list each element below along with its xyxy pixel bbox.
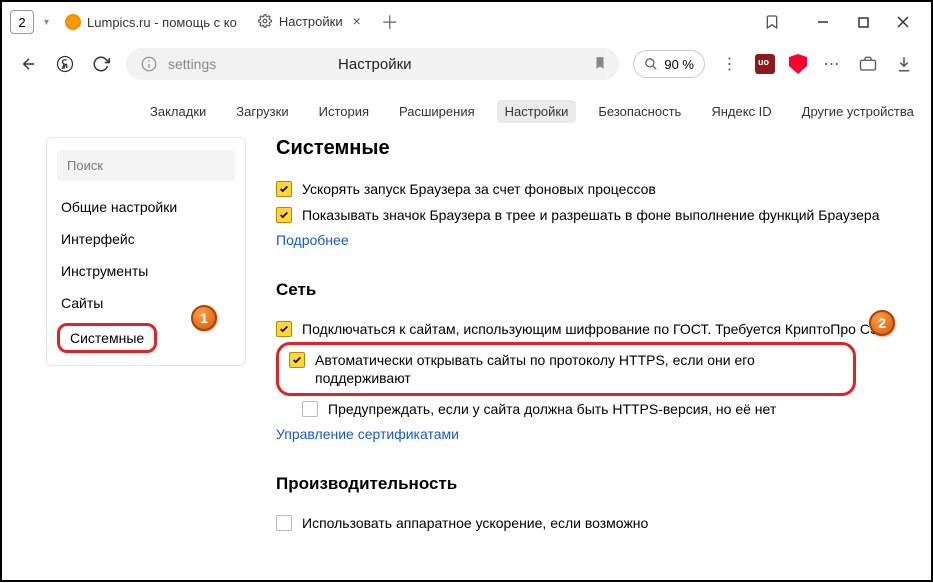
checkbox-unchecked[interactable] xyxy=(276,515,292,531)
minimize-button[interactable] xyxy=(803,7,843,37)
https-option-callout: Автоматически открывать сайты по протоко… xyxy=(276,342,856,396)
close-tab-icon[interactable]: × xyxy=(353,13,361,29)
more-dots-icon[interactable]: ⋯ xyxy=(821,53,843,75)
setting-label: Ускорять запуск Браузера за счет фоновых… xyxy=(302,180,656,198)
favicon-orange-icon xyxy=(65,14,81,30)
sidebar-item-general[interactable]: Общие настройки xyxy=(47,191,245,223)
heading-network: Сеть xyxy=(276,280,907,300)
link-certificates[interactable]: Управление сертификатами xyxy=(276,422,459,446)
settings-top-nav: Закладки Загрузки История Расширения Нас… xyxy=(2,86,931,137)
nav-other-devices[interactable]: Другие устройства xyxy=(794,100,922,123)
menu-dots-icon[interactable]: ⋮ xyxy=(719,53,741,75)
nav-downloads[interactable]: Загрузки xyxy=(228,100,296,123)
close-window-button[interactable] xyxy=(883,7,923,37)
nav-bookmarks[interactable]: Закладки xyxy=(142,100,214,123)
bookmark-ribbon-icon[interactable] xyxy=(761,11,783,33)
setting-label: Показывать значок Браузера в трее и разр… xyxy=(302,206,880,224)
settings-sidebar: Поиск Общие настройки Интерфейс Инструме… xyxy=(46,137,246,366)
callout-marker-1: 1 xyxy=(191,305,217,331)
nav-settings[interactable]: Настройки xyxy=(497,100,577,123)
sidebar-search[interactable]: Поиск xyxy=(57,150,235,181)
nav-security[interactable]: Безопасность xyxy=(590,100,689,123)
callout-marker-2: 2 xyxy=(869,310,895,336)
sidebar-item-interface[interactable]: Интерфейс xyxy=(47,223,245,255)
heading-performance: Производительность xyxy=(276,474,907,494)
nav-extensions[interactable]: Расширения xyxy=(391,100,483,123)
zoom-value: 90 % xyxy=(664,57,694,72)
site-info-icon[interactable] xyxy=(138,53,160,75)
setting-row: Автоматически открывать сайты по протоко… xyxy=(289,351,843,387)
new-tab-button[interactable]: ＋ xyxy=(377,9,403,35)
downloads-icon[interactable] xyxy=(893,53,915,75)
page-title-in-bar: Настройки xyxy=(164,56,585,73)
setting-label: Подключаться к сайтам, использующим шифр… xyxy=(302,320,891,338)
setting-label: Использовать аппаратное ускорение, если … xyxy=(302,514,648,532)
back-button[interactable] xyxy=(18,53,40,75)
sidebar-item-label: Системные xyxy=(70,330,144,346)
nav-history[interactable]: История xyxy=(311,100,377,123)
nav-yandex-id[interactable]: Яндекс ID xyxy=(703,100,779,123)
heading-system: Системные xyxy=(276,137,907,160)
chevron-down-icon[interactable]: ▾ xyxy=(44,17,49,28)
yandex-home-icon[interactable] xyxy=(54,53,76,75)
setting-row: Подключаться к сайтам, использующим шифр… xyxy=(276,316,907,342)
gear-icon xyxy=(257,13,273,29)
checkbox-checked[interactable] xyxy=(289,352,305,368)
checkbox-checked[interactable] xyxy=(276,181,292,197)
bookmark-icon[interactable] xyxy=(593,55,607,74)
zoom-indicator[interactable]: 90 % xyxy=(633,50,705,78)
extension-adblock-icon[interactable] xyxy=(789,54,807,74)
maximize-button[interactable] xyxy=(843,7,883,37)
url-field[interactable]: settings Настройки xyxy=(126,48,619,80)
settings-main: Поиск Общие настройки Интерфейс Инструме… xyxy=(2,137,931,583)
link-more[interactable]: Подробнее xyxy=(276,228,349,252)
checkbox-unchecked[interactable] xyxy=(302,401,318,417)
tab-lumpics[interactable]: Lumpics.ru - помощь с ко xyxy=(57,7,245,37)
titlebar: 2 ▾ Lumpics.ru - помощь с ко Настройки ×… xyxy=(2,2,931,42)
sidebar-item-system[interactable]: Системные 1 xyxy=(47,319,245,357)
setting-label: Предупреждать, если у сайта должна быть … xyxy=(328,400,776,418)
sidebar-item-tools[interactable]: Инструменты xyxy=(47,255,245,287)
tab-title: Lumpics.ru - помощь с ко xyxy=(87,15,237,30)
tab-title: Настройки xyxy=(279,14,343,29)
setting-row: Предупреждать, если у сайта должна быть … xyxy=(276,396,907,422)
setting-label: Автоматически открывать сайты по протоко… xyxy=(315,351,843,387)
checkbox-checked[interactable] xyxy=(276,321,292,337)
extensions-icon[interactable] xyxy=(857,53,879,75)
setting-row: Использовать аппаратное ускорение, если … xyxy=(276,510,907,536)
tab-settings[interactable]: Настройки × xyxy=(249,7,369,37)
tab-counter[interactable]: 2 xyxy=(10,10,34,34)
checkbox-checked[interactable] xyxy=(276,207,292,223)
settings-content: Системные Ускорять запуск Браузера за сч… xyxy=(246,137,907,583)
extension-ublock-icon[interactable] xyxy=(755,54,775,74)
setting-row: Показывать значок Браузера в трее и разр… xyxy=(276,202,907,228)
setting-row: Ускорять запуск Браузера за счет фоновых… xyxy=(276,176,907,202)
address-bar: settings Настройки 90 % ⋮ ⋯ xyxy=(2,42,931,86)
reload-button[interactable] xyxy=(90,53,112,75)
